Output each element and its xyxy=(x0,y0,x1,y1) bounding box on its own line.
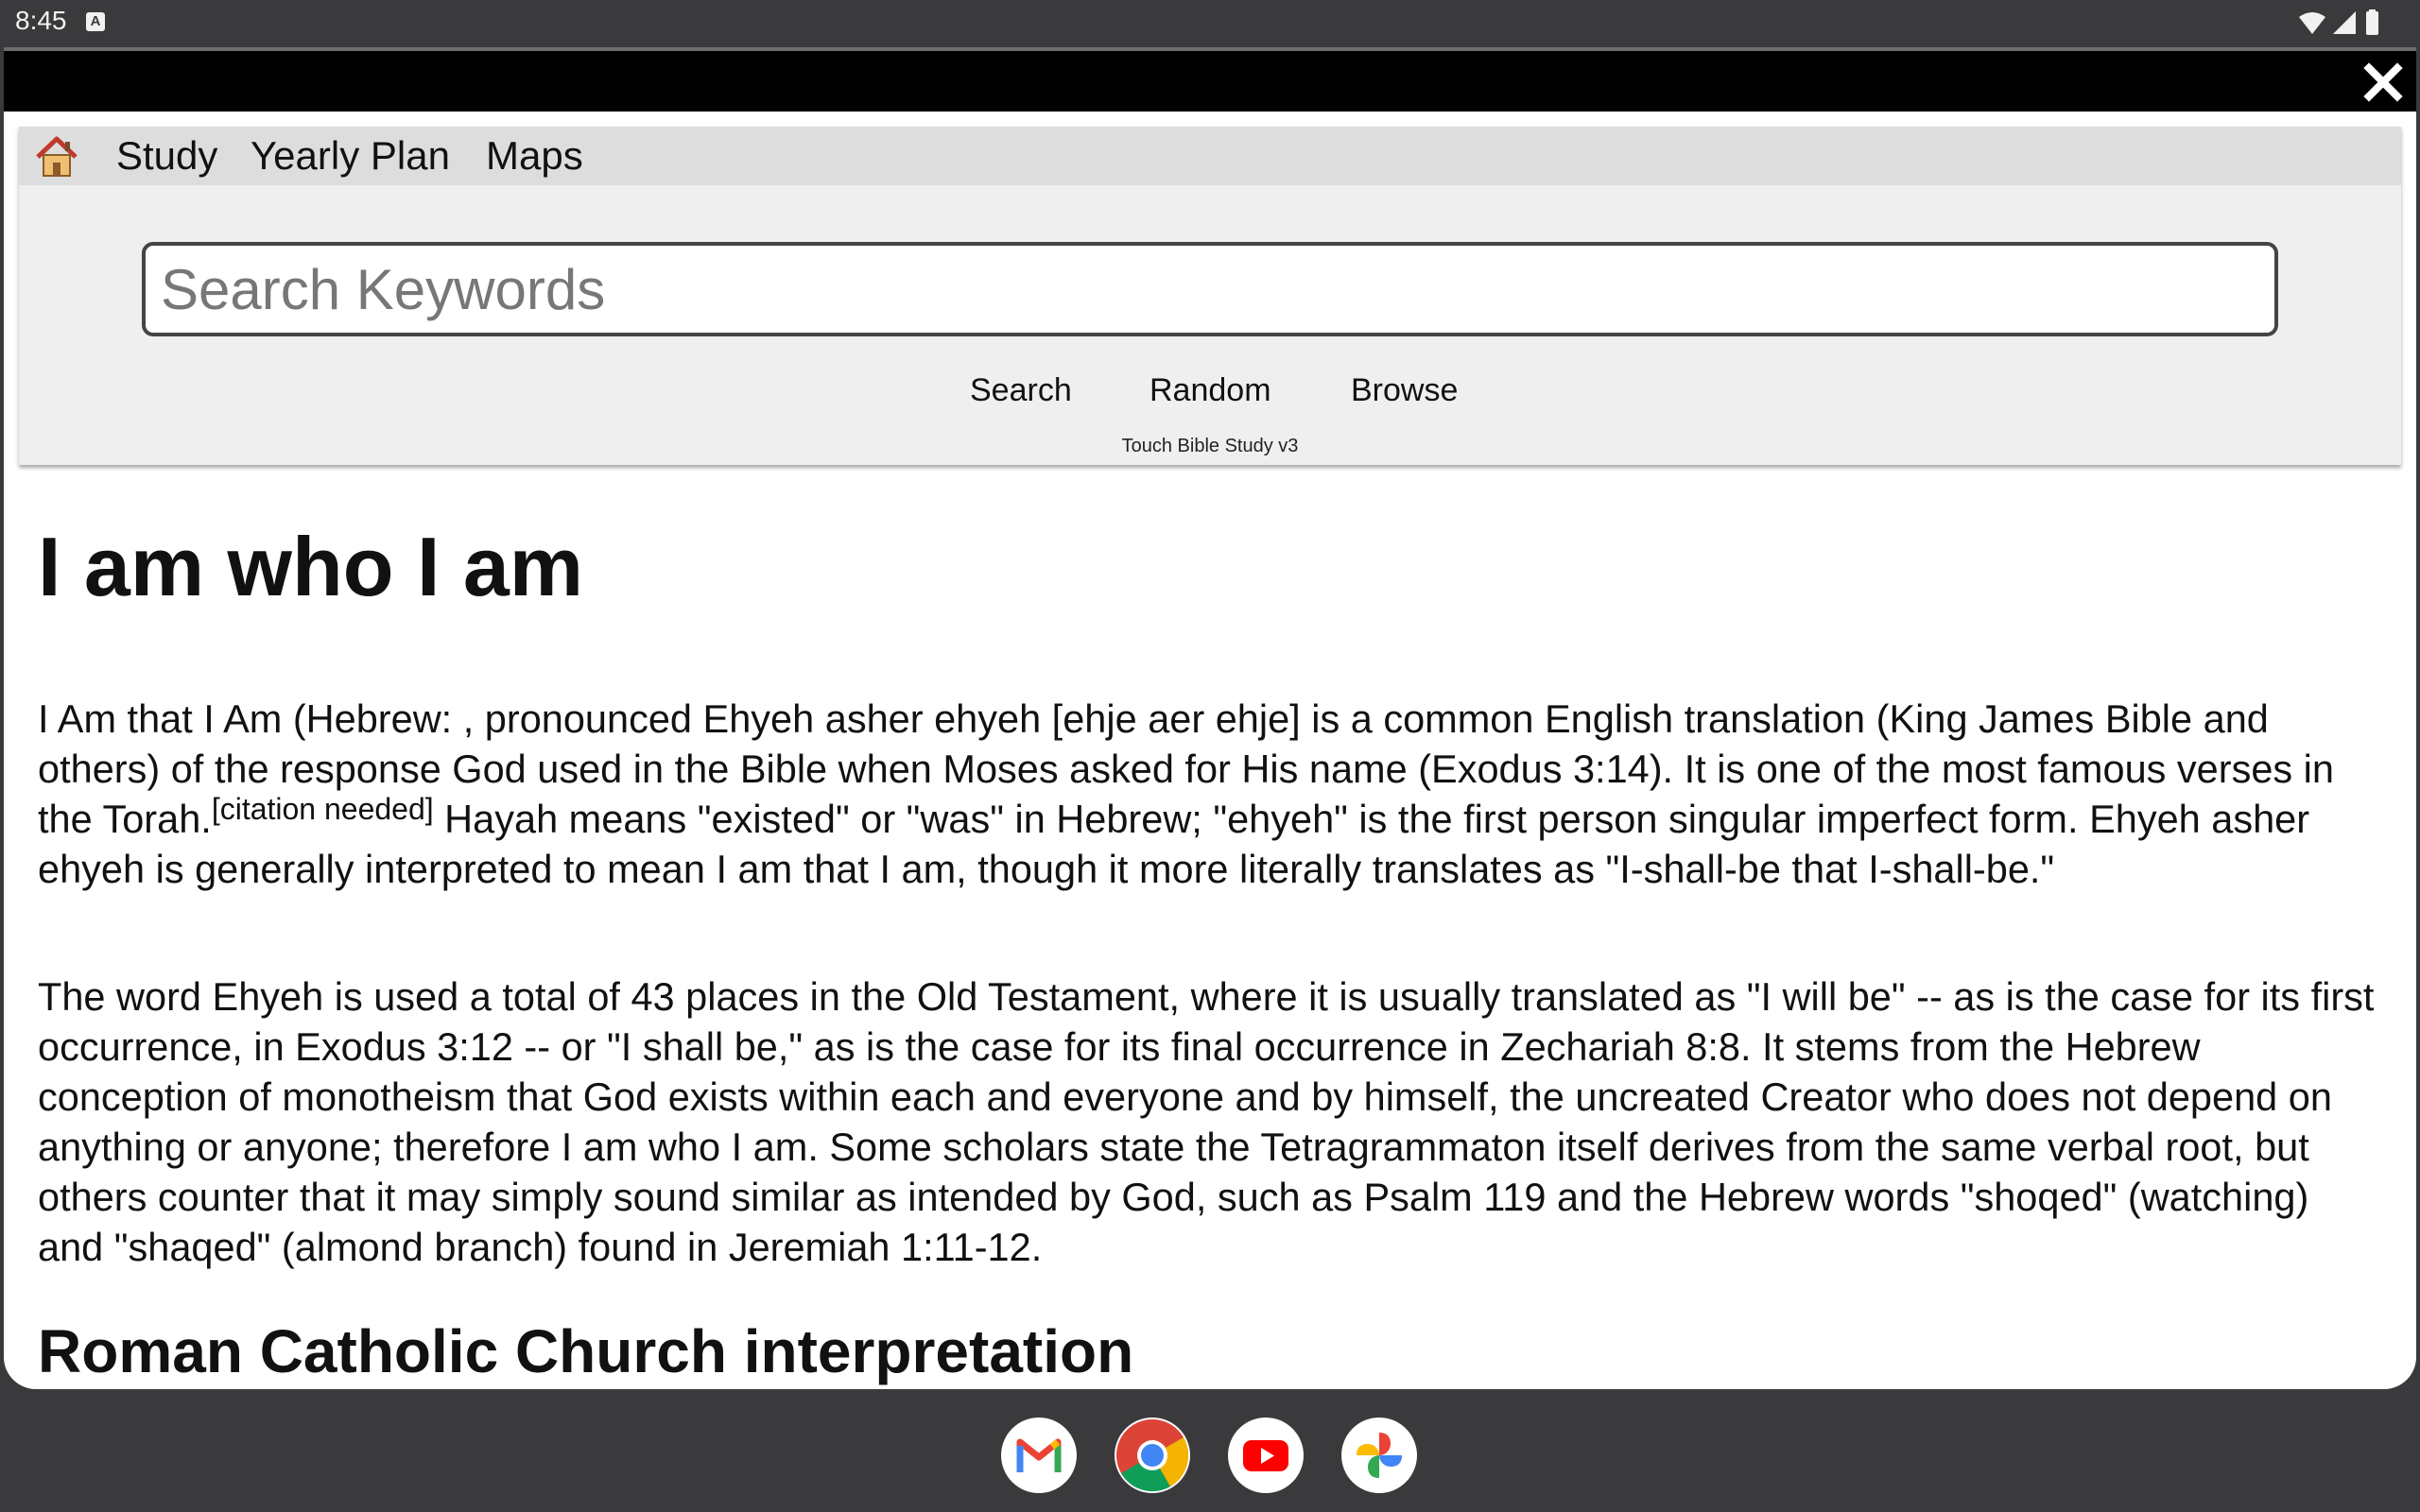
citation-needed-link[interactable]: [citation needed] xyxy=(212,792,434,826)
chrome-icon[interactable] xyxy=(1115,1418,1190,1493)
menu-item-yearly-plan[interactable]: Yearly Plan xyxy=(251,132,450,180)
search-button[interactable]: Search xyxy=(970,372,1072,409)
app-version: Touch Bible Study v3 xyxy=(1121,436,1299,456)
battery-icon xyxy=(2366,9,2378,35)
article-paragraph-1: I Am that I Am (Hebrew: , pronounced Ehy… xyxy=(38,694,2382,894)
status-icons xyxy=(2297,9,2382,38)
article-paragraph-2: The word Ehyeh is used a total of 43 pla… xyxy=(38,974,2375,1269)
section-heading: Roman Catholic Church interpretation xyxy=(38,1317,1134,1385)
home-icon[interactable] xyxy=(34,134,79,180)
cell-signal-icon xyxy=(2333,11,2356,34)
random-button[interactable]: Random xyxy=(1150,372,1271,409)
status-time: 8:45 xyxy=(15,6,67,35)
wifi-icon xyxy=(2299,12,2325,34)
article-title: I am who I am xyxy=(38,520,584,613)
gmail-icon[interactable] xyxy=(1001,1418,1077,1493)
menu-item-maps[interactable]: Maps xyxy=(486,132,583,180)
menu-bar: Study Yearly Plan Maps xyxy=(19,127,2401,185)
taskbar xyxy=(0,1397,2420,1512)
app-window: Study Yearly Plan Maps Search Random Bro… xyxy=(4,47,2416,1389)
menu-item-study[interactable]: Study xyxy=(116,132,217,180)
youtube-icon[interactable] xyxy=(1228,1418,1304,1493)
photos-icon[interactable] xyxy=(1341,1418,1417,1493)
close-icon xyxy=(2363,62,2403,102)
status-bar: 8:45 A xyxy=(0,0,2420,47)
window-titlebar xyxy=(4,47,2416,112)
search-input[interactable] xyxy=(142,242,2278,336)
app-header: Study Yearly Plan Maps Search Random Bro… xyxy=(19,127,2401,465)
a-box-icon: A xyxy=(86,12,105,31)
browse-button[interactable]: Browse xyxy=(1351,372,1458,409)
close-button[interactable] xyxy=(2361,60,2405,104)
